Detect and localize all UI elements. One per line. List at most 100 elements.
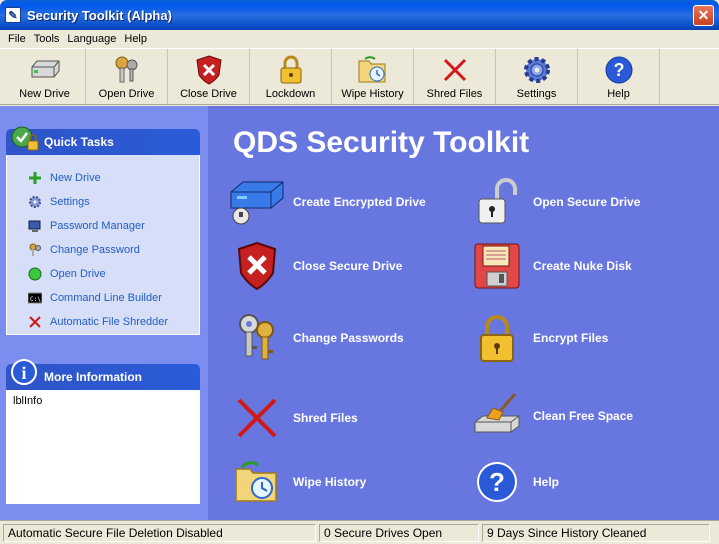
red-x-icon [227,392,287,444]
tool-label: Help [607,88,630,100]
keys-icon [110,55,144,85]
padlock-icon [467,312,527,364]
task-label: Password Manager [50,220,145,232]
action-label: Close Secure Drive [293,259,403,273]
wipe-history-button[interactable]: Wipe History [332,49,414,104]
task-label: New Drive [50,172,101,184]
app-icon: ✎ [5,7,21,23]
task-command-line-builder[interactable]: C:\ Command Line Builder [7,286,199,310]
green-dot-icon [27,266,43,282]
svg-text:i: i [21,363,26,383]
shred-files-action[interactable]: Shred Files [227,392,358,444]
task-new-drive[interactable]: New Drive [7,166,199,190]
open-secure-drive-action[interactable]: Open Secure Drive [467,176,640,228]
svg-text:C:\: C:\ [30,296,41,303]
change-passwords-action[interactable]: Change Passwords [227,312,404,364]
menu-bar: File Tools Language Help [0,30,719,48]
status-shred-state: Automatic Secure File Deletion Disabled [3,523,316,542]
more-information-title: More Information [44,370,142,384]
task-change-password[interactable]: Change Password [7,238,199,262]
help-action[interactable]: ? Help [467,456,559,508]
keys-icon [227,312,287,364]
help-button[interactable]: ? Help [578,49,660,104]
task-label: Change Password [50,244,140,256]
menu-language[interactable]: Language [63,33,120,45]
status-bar: Automatic Secure File Deletion Disabled … [0,520,719,544]
padlock-icon [274,55,308,85]
settings-button[interactable]: Settings [496,49,578,104]
svg-text:?: ? [613,60,624,80]
action-label: Shred Files [293,411,358,425]
action-label: Open Secure Drive [533,195,641,209]
help-icon: ? [467,456,527,508]
red-x-icon [27,314,43,330]
shield-x-icon [227,240,287,292]
menu-tools[interactable]: Tools [30,33,64,45]
menu-help[interactable]: Help [120,33,151,45]
folder-history-icon [227,456,287,508]
monitor-icon [27,218,43,234]
quick-tasks-list: New Drive Settings Password Manager Chan… [6,155,200,335]
create-encrypted-drive-action[interactable]: Create Encrypted Drive [227,176,426,228]
encrypt-files-action[interactable]: Encrypt Files [467,312,608,364]
window-title: Security Toolkit (Alpha) [27,7,172,23]
gear-icon [27,194,43,210]
main-title: QDS Security Toolkit [233,126,530,159]
quick-tasks-header[interactable]: Quick Tasks [6,126,200,155]
new-drive-button[interactable]: New Drive [4,49,86,104]
action-label: Clean Free Space [533,409,634,423]
task-settings[interactable]: Settings [7,190,199,214]
encrypted-drive-icon [227,176,287,228]
task-password-manager[interactable]: Password Manager [7,214,199,238]
gear-icon [520,55,554,85]
open-drive-button[interactable]: Open Drive [86,49,168,104]
create-nuke-disk-action[interactable]: Create Nuke Disk [467,240,632,292]
close-button[interactable]: ✕ [693,5,714,26]
console-icon: C:\ [27,290,43,306]
broom-drive-icon [467,390,527,442]
action-label: Encrypt Files [533,331,609,345]
drive-icon [28,55,62,85]
info-icon: i [10,358,42,390]
action-label: Create Nuke Disk [533,259,632,273]
task-label: Open Drive [50,268,106,280]
more-information-body: lblInfo [6,390,200,504]
shred-files-button[interactable]: Shred Files [414,49,496,104]
task-open-drive[interactable]: Open Drive [7,262,199,286]
menu-file[interactable]: File [4,33,30,45]
title-bar: ✎ Security Toolkit (Alpha) ✕ [0,0,719,30]
task-automatic-file-shredder[interactable]: Automatic File Shredder [7,310,199,334]
toolbar: New Drive Open Drive Close Drive Lockdow… [0,48,719,105]
left-pane: Quick Tasks New Drive Settings Password … [0,106,208,520]
quick-tasks-title: Quick Tasks [44,135,114,149]
tool-label: New Drive [19,88,70,100]
keys-icon [27,242,43,258]
tool-label: Wipe History [341,88,404,100]
close-drive-button[interactable]: Close Drive [168,49,250,104]
tool-label: Close Drive [180,88,237,100]
tool-label: Lockdown [265,88,316,100]
open-padlock-icon [467,176,527,228]
tool-label: Open Drive [98,88,155,100]
status-drives-open: 0 Secure Drives Open [319,523,479,542]
status-history-cleaned: 9 Days Since History Cleaned [482,523,710,542]
folder-history-icon [356,55,390,85]
svg-text:?: ? [489,467,505,497]
action-label: Create Encrypted Drive [293,195,426,209]
plus-icon [27,170,43,186]
action-label: Wipe History [293,475,367,489]
task-label: Automatic File Shredder [50,316,168,328]
clean-free-space-action[interactable]: Clean Free Space [467,390,633,442]
floppy-icon [467,240,527,292]
red-x-icon [438,55,472,85]
task-label: Command Line Builder [50,292,162,304]
tool-label: Settings [516,88,557,100]
wipe-history-action[interactable]: Wipe History [227,456,366,508]
main-pane: QDS Security Toolkit Create Encrypted Dr… [208,106,719,520]
action-label: Change Passwords [293,331,404,345]
close-secure-drive-action[interactable]: Close Secure Drive [227,240,402,292]
more-information-header[interactable]: i More Information [6,359,200,390]
task-label: Settings [50,196,90,208]
help-icon: ? [602,55,636,85]
lockdown-button[interactable]: Lockdown [250,49,332,104]
